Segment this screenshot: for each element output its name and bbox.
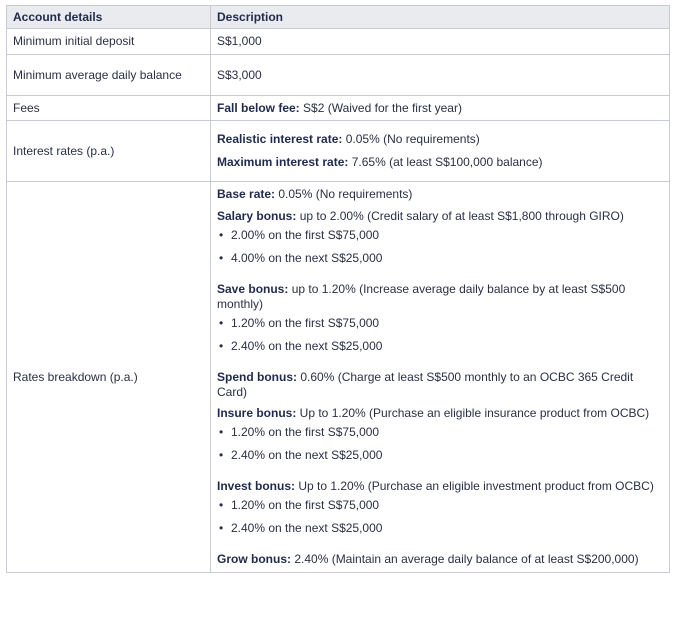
list-item: 2.40% on the next S$25,000	[219, 339, 663, 362]
salary-tiers: 2.00% on the first S$75,000 4.00% on the…	[217, 228, 663, 274]
base-rate-term: Base rate:	[217, 187, 276, 201]
table-row: Minimum initial deposit S$1,000	[6, 28, 670, 55]
row-label: Interest rates (p.a.)	[6, 120, 211, 182]
table-row: Fees Fall below fee: S$2 (Waived for the…	[6, 95, 670, 121]
list-item: 1.20% on the first S$75,000	[219, 425, 663, 448]
row-value: Fall below fee: S$2 (Waived for the firs…	[210, 95, 670, 121]
salary-bonus-text: up to 2.00% (Credit salary of at least S…	[296, 209, 624, 223]
table-row: Rates breakdown (p.a.) Base rate: 0.05% …	[6, 181, 670, 573]
save-bonus: Save bonus: up to 1.20% (Increase averag…	[217, 282, 663, 312]
row-value: S$3,000	[210, 54, 670, 96]
row-label: Rates breakdown (p.a.)	[6, 181, 211, 573]
header-description: Description	[210, 5, 670, 29]
save-bonus-term: Save bonus:	[217, 282, 289, 296]
maximum-rate: Maximum interest rate: 7.65% (at least S…	[217, 155, 663, 170]
row-label: Fees	[6, 95, 211, 121]
table-row: Minimum average daily balance S$3,000	[6, 54, 670, 96]
save-tiers: 1.20% on the first S$75,000 2.40% on the…	[217, 316, 663, 362]
list-item: 2.40% on the next S$25,000	[219, 521, 663, 544]
invest-bonus: Invest bonus: Up to 1.20% (Purchase an e…	[217, 479, 663, 494]
spend-bonus: Spend bonus: 0.60% (Charge at least S$50…	[217, 370, 663, 400]
row-value: S$1,000	[210, 28, 670, 55]
insure-bonus: Insure bonus: Up to 1.20% (Purchase an e…	[217, 406, 663, 421]
salary-bonus-term: Salary bonus:	[217, 209, 297, 223]
insure-tiers: 1.20% on the first S$75,000 2.40% on the…	[217, 425, 663, 471]
list-item: 1.20% on the first S$75,000	[219, 316, 663, 339]
grow-bonus-text: 2.40% (Maintain an average daily balance…	[291, 552, 639, 566]
maximum-rate-text: 7.65% (at least S$100,000 balance)	[348, 155, 543, 169]
grow-bonus: Grow bonus: 2.40% (Maintain an average d…	[217, 552, 663, 567]
row-value: Base rate: 0.05% (No requirements) Salar…	[210, 181, 670, 573]
list-item: 2.40% on the next S$25,000	[219, 448, 663, 471]
account-details-table: Account details Description Minimum init…	[6, 5, 670, 573]
base-rate: Base rate: 0.05% (No requirements)	[217, 187, 663, 202]
base-rate-text: 0.05% (No requirements)	[275, 187, 413, 201]
salary-bonus: Salary bonus: up to 2.00% (Credit salary…	[217, 209, 663, 224]
list-item: 1.20% on the first S$75,000	[219, 498, 663, 521]
table-header-row: Account details Description	[6, 5, 670, 29]
row-value: Realistic interest rate: 0.05% (No requi…	[210, 120, 670, 182]
invest-bonus-text: Up to 1.20% (Purchase an eligible invest…	[295, 479, 654, 493]
realistic-rate-text: 0.05% (No requirements)	[342, 132, 480, 146]
spend-bonus-term: Spend bonus:	[217, 370, 297, 384]
insure-bonus-term: Insure bonus:	[217, 406, 297, 420]
header-account-details: Account details	[6, 5, 211, 29]
realistic-rate-term: Realistic interest rate:	[217, 132, 343, 146]
grow-bonus-term: Grow bonus:	[217, 552, 291, 566]
invest-bonus-term: Invest bonus:	[217, 479, 296, 493]
realistic-rate: Realistic interest rate: 0.05% (No requi…	[217, 132, 663, 147]
invest-tiers: 1.20% on the first S$75,000 2.40% on the…	[217, 498, 663, 544]
row-label: Minimum average daily balance	[6, 54, 211, 96]
fee-term: Fall below fee:	[217, 100, 300, 115]
list-item: 4.00% on the next S$25,000	[219, 251, 663, 274]
maximum-rate-term: Maximum interest rate:	[217, 155, 349, 169]
list-item: 2.00% on the first S$75,000	[219, 228, 663, 251]
fee-text: S$2 (Waived for the first year)	[299, 100, 462, 115]
row-label: Minimum initial deposit	[6, 28, 211, 55]
insure-bonus-text: Up to 1.20% (Purchase an eligible insura…	[296, 406, 650, 420]
table-row: Interest rates (p.a.) Realistic interest…	[6, 120, 670, 182]
